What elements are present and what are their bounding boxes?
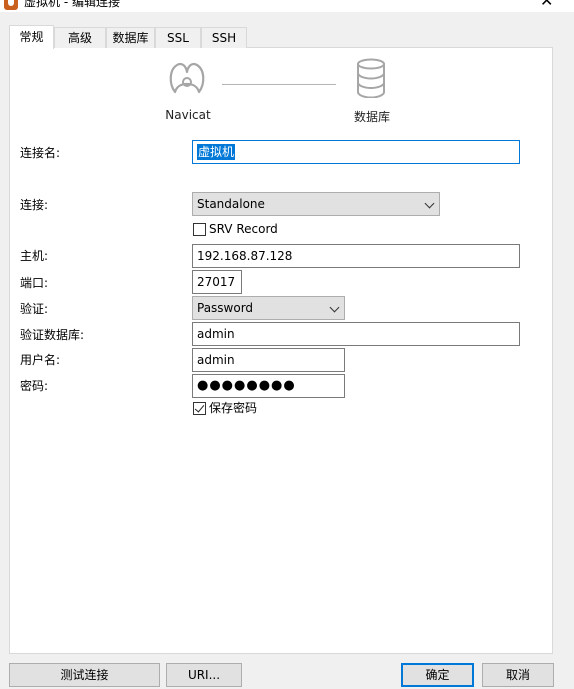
save-password-checkbox[interactable] bbox=[193, 402, 206, 415]
navicat-icon bbox=[169, 62, 205, 94]
tab-database[interactable]: 数据库 bbox=[106, 27, 155, 48]
tab-advanced[interactable]: 高级 bbox=[54, 27, 106, 48]
auth-method-select[interactable]: Password bbox=[192, 296, 345, 320]
srv-record-label: SRV Record bbox=[209, 222, 278, 236]
chevron-down-icon bbox=[424, 198, 435, 209]
auth-db-input[interactable]: admin bbox=[192, 322, 520, 346]
srv-record-checkbox[interactable] bbox=[193, 223, 206, 236]
connector-line bbox=[222, 84, 336, 85]
port-label: 端口: bbox=[20, 276, 49, 290]
password-input[interactable]: ●●●●●●●● bbox=[192, 374, 345, 398]
cancel-button[interactable]: 取消 bbox=[482, 663, 554, 687]
connection-name-value: 虚拟机 bbox=[197, 144, 236, 160]
username-label: 用户名: bbox=[20, 353, 61, 367]
title-bar: 虚拟机 - 编辑连接 ✕ bbox=[0, 0, 574, 12]
auth-label: 验证: bbox=[20, 302, 49, 316]
database-caption: 数据库 bbox=[353, 110, 390, 124]
host-input[interactable]: 192.168.87.128 bbox=[192, 244, 520, 268]
navicat-caption: Navicat bbox=[165, 108, 211, 122]
tab-ssl[interactable]: SSL bbox=[155, 27, 201, 48]
connection-name-label: 连接名: bbox=[20, 146, 61, 160]
navicat-app-icon bbox=[4, 0, 18, 10]
database-icon bbox=[357, 58, 385, 98]
host-label: 主机: bbox=[20, 249, 49, 263]
ok-button[interactable]: 确定 bbox=[401, 663, 474, 687]
tab-general[interactable]: 常规 bbox=[9, 25, 54, 49]
save-password-label: 保存密码 bbox=[209, 401, 258, 415]
test-connection-button[interactable]: 测试连接 bbox=[9, 663, 160, 687]
password-label: 密码: bbox=[20, 379, 49, 393]
window-title: 虚拟机 - 编辑连接 bbox=[24, 0, 120, 9]
auth-method-value: Password bbox=[197, 301, 254, 315]
username-input[interactable]: admin bbox=[192, 348, 345, 372]
auth-db-label: 验证数据库: bbox=[20, 328, 85, 342]
connection-type-select[interactable]: Standalone bbox=[192, 192, 440, 216]
connection-name-input[interactable]: 虚拟机 bbox=[192, 140, 520, 164]
connection-type-value: Standalone bbox=[197, 197, 265, 211]
close-icon[interactable]: ✕ bbox=[540, 0, 553, 9]
chevron-down-icon bbox=[329, 302, 340, 313]
connection-label: 连接: bbox=[20, 198, 49, 212]
uri-button[interactable]: URI... bbox=[166, 663, 242, 687]
tab-ssh[interactable]: SSH bbox=[201, 27, 247, 48]
checkmark-icon bbox=[194, 402, 205, 413]
port-input[interactable]: 27017 bbox=[192, 270, 242, 294]
